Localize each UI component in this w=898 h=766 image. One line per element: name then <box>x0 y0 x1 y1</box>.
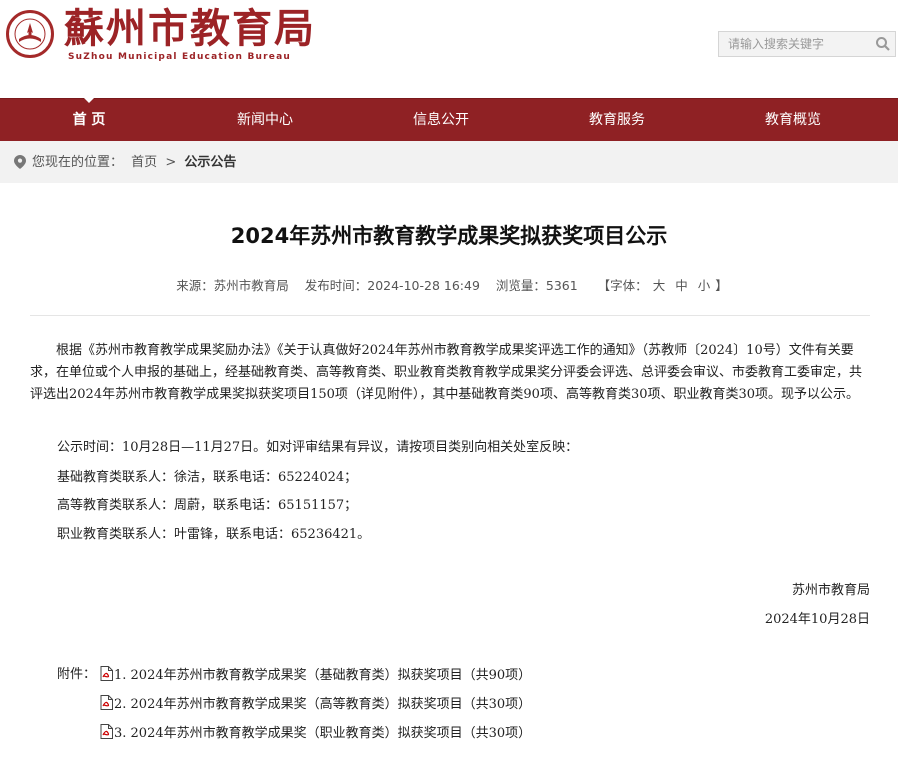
publicity-period-paragraph: 公示时间：10月28日—11月27日。如对评审结果有异议，请按项目类别向相关处室… <box>57 440 579 455</box>
attachment-label[interactable]: 1. 2024年苏州市教育教学成果奖（基础教育类）拟获奖项目（共90项） <box>114 668 531 683</box>
font-size-large-button[interactable]: 大 <box>653 278 666 293</box>
nav-item-overview[interactable]: 教育概览 <box>733 99 853 141</box>
nav-item-info[interactable]: 信息公开 <box>381 99 501 141</box>
pdf-file-icon <box>100 695 113 710</box>
nav-item-news[interactable]: 新闻中心 <box>205 99 325 141</box>
signature-date: 2024年10月28日 <box>764 612 870 627</box>
font-size-label: 【字体： <box>597 278 648 293</box>
article-title: 2024年苏州市教育教学成果奖拟获奖项目公示 <box>230 224 668 248</box>
location-pin-icon <box>14 155 26 169</box>
breadcrumb-separator: > <box>165 155 177 170</box>
logo-chinese-name: 蘇州市教育局 <box>64 5 316 52</box>
nav-item-home[interactable]: 首 页 <box>29 99 149 141</box>
breadcrumb-prefix: 您现在的位置： <box>32 155 124 170</box>
article-meta: 来源：苏州市教育局 发布时间：2024-10-28 16:49 浏览量：5361… <box>0 275 898 294</box>
contact-vocational-education: 职业教育类联系人：叶雷锋，联系电话：65236421。 <box>57 527 371 542</box>
pdf-file-icon <box>100 724 113 739</box>
breadcrumb: 您现在的位置： 首页 > 公示公告 <box>0 141 898 183</box>
attachment-label[interactable]: 3. 2024年苏州市教育教学成果奖（职业教育类）拟获奖项目（共30项） <box>114 726 531 741</box>
font-size-label-end: 】 <box>715 278 728 293</box>
attachment-label[interactable]: 2. 2024年苏州市教育教学成果奖（高等教育类）拟获奖项目（共30项） <box>114 697 531 712</box>
search-box <box>718 31 896 57</box>
main-nav: 首 页 新闻中心 信息公开 教育服务 教育概览 <box>0 98 898 141</box>
search-icon[interactable] <box>875 36 891 52</box>
article-view-count: 浏览量：5361 <box>495 278 578 293</box>
attachment-link[interactable]: 3. 2024年苏州市教育教学成果奖（职业教育类）拟获奖项目（共30项） <box>100 722 531 741</box>
meta-divider <box>30 315 870 316</box>
site-header: 蘇州市教育局 SuZhou Municipal Education Bureau <box>0 0 898 98</box>
font-size-small-button[interactable]: 小 <box>698 278 711 293</box>
logo-english-name: SuZhou Municipal Education Bureau <box>68 52 291 62</box>
article-paragraph: 根据《苏州市教育教学成果奖励办法》《关于认真做好2024年苏州市教育教学成果奖评… <box>30 343 863 402</box>
search-input[interactable] <box>719 32 874 56</box>
attachment-link[interactable]: 1. 2024年苏州市教育教学成果奖（基础教育类）拟获奖项目（共90项） <box>100 664 531 683</box>
font-size-medium-button[interactable]: 中 <box>675 278 688 293</box>
article-body: 根据《苏州市教育教学成果奖励办法》《关于认真做好2024年苏州市教育教学成果奖评… <box>30 340 870 406</box>
nav-item-services[interactable]: 教育服务 <box>557 99 677 141</box>
attachment-link[interactable]: 2. 2024年苏州市教育教学成果奖（高等教育类）拟获奖项目（共30项） <box>100 693 531 712</box>
signature-organization: 苏州市教育局 <box>791 583 870 598</box>
contact-higher-education: 高等教育类联系人：周蔚，联系电话：65151157； <box>57 498 358 513</box>
bureau-seal-logo[interactable] <box>6 10 54 58</box>
article-publish-time: 发布时间：2024-10-28 16:49 <box>304 278 480 293</box>
article-source: 来源：苏州市教育局 <box>176 278 289 293</box>
breadcrumb-current[interactable]: 公示公告 <box>184 155 236 170</box>
pdf-file-icon <box>100 666 113 681</box>
contact-basic-education: 基础教育类联系人：徐洁，联系电话：65224024； <box>57 470 358 485</box>
attachments-label: 附件： <box>57 667 97 682</box>
breadcrumb-home-link[interactable]: 首页 <box>131 155 157 170</box>
